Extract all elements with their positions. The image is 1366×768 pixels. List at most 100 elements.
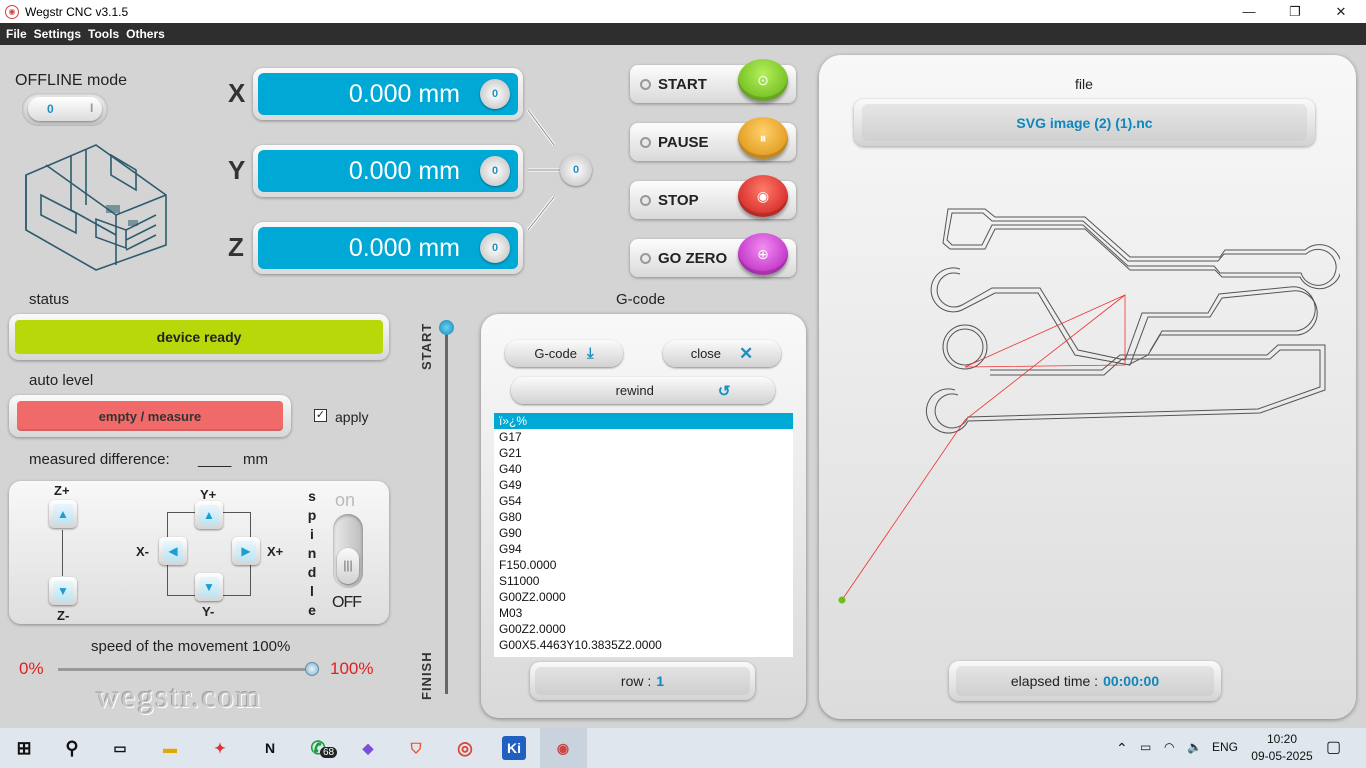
y-up-button[interactable]: ▲: [195, 501, 223, 529]
x-left-button[interactable]: ◀: [159, 537, 187, 565]
progress-slider-track[interactable]: [445, 326, 448, 694]
brave-icon[interactable]: ⛉: [404, 736, 428, 760]
gcode-line[interactable]: G40: [494, 461, 793, 477]
task-view-icon[interactable]: ▭: [108, 736, 132, 760]
target-icon[interactable]: ⊕: [738, 233, 788, 275]
elapsed-time-display: elapsed time : 00:00:00: [949, 661, 1221, 701]
spindle-letter: p: [307, 507, 317, 523]
chrome-icon[interactable]: ◎: [453, 736, 477, 760]
gcode-line[interactable]: G17: [494, 429, 793, 445]
speed-slider-track[interactable]: [58, 668, 314, 671]
apply-checkbox[interactable]: ✓: [314, 409, 327, 422]
gcode-list[interactable]: ï»¿% G17 G21 G40 G49 G54 G80 G90 G94 F15…: [494, 413, 793, 657]
play-icon[interactable]: ⊙: [738, 59, 788, 101]
speed-label: speed of the movement 100%: [91, 638, 291, 655]
offline-mode-label: OFFLINE mode: [15, 72, 128, 89]
zero-all-button[interactable]: 0: [560, 154, 592, 186]
app-star-icon[interactable]: ✦: [208, 736, 232, 760]
rewind-button[interactable]: rewind ↺: [511, 377, 775, 404]
clock-time[interactable]: 10:20: [1256, 732, 1308, 746]
kicad-icon[interactable]: Ki: [502, 736, 526, 760]
axis-z-label: Z: [228, 232, 244, 262]
window-title: Wegstr CNC v3.1.5: [25, 4, 129, 19]
auto-level-label: auto level: [29, 372, 94, 389]
status-label: status: [29, 291, 70, 308]
axis-x-value: 0.000 mm: [258, 73, 518, 115]
notion-icon[interactable]: N: [258, 736, 282, 760]
offline-mode-toggle[interactable]: 0 I: [22, 93, 108, 126]
minimize-button[interactable]: —: [1226, 0, 1272, 23]
gcode-line[interactable]: G00Z2.0000: [494, 621, 793, 637]
file-explorer-icon[interactable]: ▬: [158, 736, 182, 760]
windows-start-icon[interactable]: ⊞: [12, 736, 36, 760]
wegstr-watermark: wegstr.com: [96, 678, 263, 714]
z-up-button[interactable]: ▲: [49, 500, 77, 528]
progress-slider-handle[interactable]: [439, 320, 454, 335]
speed-slider-handle[interactable]: [305, 662, 319, 676]
gcode-line[interactable]: G49: [494, 477, 793, 493]
start-button[interactable]: START ⊙: [630, 59, 796, 103]
spindle-off-label: OFF: [332, 594, 362, 611]
axis-y-display: 0.000 mm 0: [253, 145, 523, 197]
menu-settings[interactable]: Settings: [34, 27, 81, 41]
arrow-down-icon: ▼: [53, 581, 73, 601]
stop-button[interactable]: STOP ◉: [630, 175, 796, 219]
battery-icon[interactable]: ▭: [1140, 740, 1151, 754]
close-gcode-button[interactable]: close ✕: [663, 340, 781, 367]
load-gcode-label: G-code: [534, 346, 577, 361]
zero-y-button[interactable]: 0: [480, 156, 510, 186]
gcode-line[interactable]: G00Z2.0000: [494, 589, 793, 605]
pause-icon[interactable]: ⏸: [738, 117, 788, 159]
pause-button[interactable]: PAUSE ⏸: [630, 117, 796, 161]
file-name-display: SVG image (2) (1).nc: [854, 99, 1315, 146]
language-indicator[interactable]: ENG: [1212, 740, 1238, 754]
spindle-switch[interactable]: |||: [333, 514, 363, 588]
jog-panel: Z+ ▲ ▼ Z- Y+ ▲ ◀ ▶ ▼ X- X+ Y- s p i n d …: [9, 481, 389, 624]
search-icon[interactable]: ⚲: [60, 736, 84, 760]
arrow-left-icon: ◀: [163, 541, 183, 561]
menu-tools[interactable]: Tools: [88, 27, 119, 41]
gcode-line[interactable]: G00X5.4463Y10.3835Z2.0000: [494, 637, 793, 653]
gcode-line[interactable]: ï»¿%: [494, 413, 793, 429]
apply-label: apply: [335, 409, 369, 425]
stop-icon[interactable]: ◉: [738, 175, 788, 217]
gcode-line[interactable]: M03: [494, 605, 793, 621]
measured-difference-label: measured difference:: [29, 451, 170, 468]
axis-y-value: 0.000 mm: [258, 150, 518, 192]
axis-x-label: X: [228, 78, 246, 108]
gcode-line[interactable]: G54: [494, 493, 793, 509]
y-down-button[interactable]: ▼: [195, 573, 223, 601]
gcode-line[interactable]: S11000: [494, 573, 793, 589]
gcode-line[interactable]: F150.0000: [494, 557, 793, 573]
status-value: device ready: [15, 320, 383, 354]
menu-file[interactable]: File: [6, 27, 27, 41]
tray-chevron-icon[interactable]: ⌃: [1116, 740, 1128, 757]
wegstr-icon: ◉: [556, 739, 570, 756]
empty-measure-button[interactable]: empty / measure: [17, 401, 283, 431]
restore-button[interactable]: ❐: [1272, 0, 1318, 23]
arrow-right-icon: ▶: [236, 541, 256, 561]
close-window-button[interactable]: ✕: [1318, 0, 1364, 23]
file-name: SVG image (2) (1).nc: [862, 104, 1307, 141]
gcode-line[interactable]: G21: [494, 445, 793, 461]
notification-icon[interactable]: ▢: [1326, 737, 1341, 757]
obsidian-icon[interactable]: ◆: [356, 736, 380, 760]
zero-x-button[interactable]: 0: [480, 79, 510, 109]
rewind-label: rewind: [615, 383, 654, 398]
zero-z-button[interactable]: 0: [480, 233, 510, 263]
z-down-button[interactable]: ▼: [49, 577, 77, 605]
load-gcode-button[interactable]: G-code ⤓: [505, 340, 623, 367]
volume-icon[interactable]: 🔈: [1187, 740, 1202, 754]
gcode-line[interactable]: G80: [494, 509, 793, 525]
clock-date[interactable]: 09-05-2025: [1250, 749, 1314, 763]
menu-others[interactable]: Others: [126, 27, 165, 41]
z-plus-label: Z+: [54, 483, 70, 498]
gcode-line[interactable]: G90: [494, 525, 793, 541]
gcode-line[interactable]: G94: [494, 541, 793, 557]
spindle-letter: s: [308, 488, 316, 504]
wegstr-taskbar-button[interactable]: ◉: [540, 728, 587, 768]
wifi-icon[interactable]: ◠: [1164, 740, 1174, 754]
x-right-button[interactable]: ▶: [232, 537, 260, 565]
spindle-letter: i: [310, 526, 314, 542]
go-zero-button[interactable]: GO ZERO ⊕: [630, 233, 796, 277]
